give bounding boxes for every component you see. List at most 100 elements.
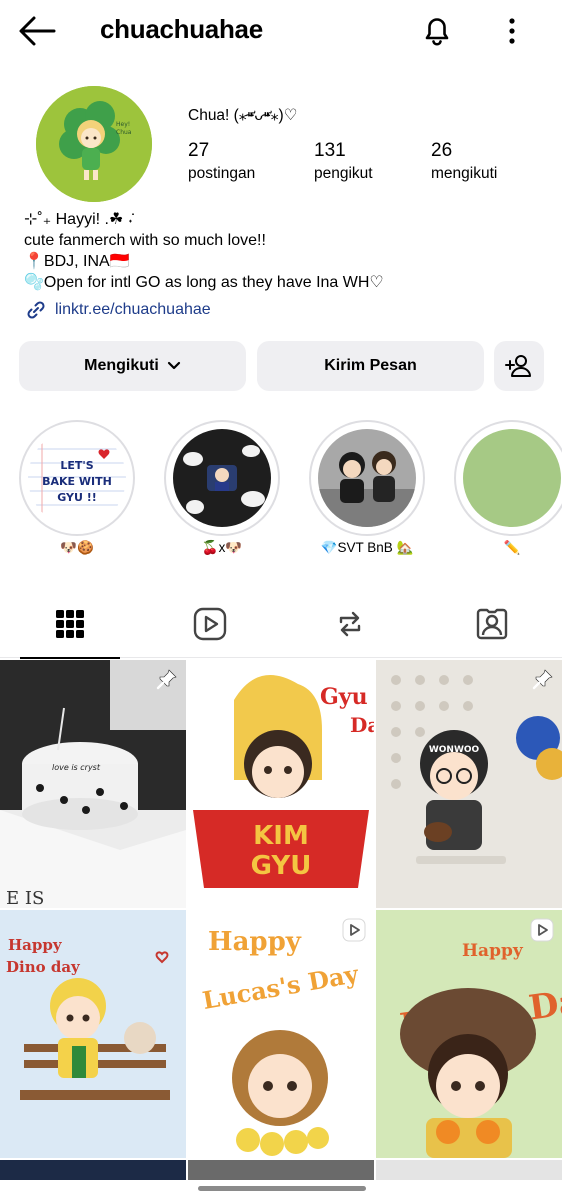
link-icon xyxy=(27,301,45,319)
highlight-ring xyxy=(309,420,425,536)
svg-text:love is cryst: love is cryst xyxy=(52,763,101,772)
bio-line: 🫧Open for intl GO as long as they have I… xyxy=(24,274,384,291)
grid-icon xyxy=(56,610,84,638)
followers-label: pengikut xyxy=(314,165,373,182)
highlight-label: 🐶🍪 xyxy=(60,540,94,555)
following-dropdown-button[interactable]: Mengikuti xyxy=(19,341,246,391)
post-thumbnail-partial[interactable] xyxy=(376,1160,562,1180)
posts-count: 27 xyxy=(188,140,210,161)
post-thumbnail[interactable]: Happy DOO's Day xyxy=(376,910,562,1158)
pinned-badge xyxy=(532,668,554,695)
tab-posts-grid[interactable] xyxy=(0,590,140,659)
notebook-image: LET'S BAKE WITH GYU !! xyxy=(28,429,126,527)
post-image: WONWOO xyxy=(376,660,562,908)
highlight-ring: LET'S BAKE WITH GYU !! xyxy=(19,420,135,536)
video-badge xyxy=(342,918,366,947)
posts-label: postingan xyxy=(188,165,256,182)
reels-icon xyxy=(193,607,227,641)
post-thumbnail-partial[interactable] xyxy=(0,1160,186,1180)
highlight-ring xyxy=(164,420,280,536)
svg-text:Hey!: Hey! xyxy=(116,121,130,128)
following-label: mengikuti xyxy=(431,165,498,182)
post-image: Happy DOO's Day xyxy=(376,910,562,1158)
suggest-users-button[interactable] xyxy=(494,341,544,391)
profile-display-name: Chua! (⁎⁍̴̛ᴗ⁍̴̛⁎)♡ xyxy=(188,107,298,124)
tab-tagged[interactable] xyxy=(422,590,562,658)
tagged-person-icon xyxy=(476,608,508,640)
highlight-cover xyxy=(173,429,271,527)
following-button-label: Mengikuti xyxy=(84,357,159,374)
pin-icon xyxy=(156,669,177,690)
stat-posts[interactable]: 27 postingan xyxy=(188,140,255,183)
highlight-item[interactable]: 🍒x🐶 xyxy=(164,420,280,556)
top-bar: chuachuahae xyxy=(0,0,562,62)
highlight-cover: LET'S BAKE WITH GYU !! xyxy=(28,429,126,527)
clover-character-image: Hey! Chua xyxy=(36,86,152,202)
svg-text:WONWOO: WONWOO xyxy=(429,745,480,755)
stat-following[interactable]: 26 mengikuti xyxy=(431,140,497,183)
svg-text:Happy: Happy xyxy=(8,936,63,954)
post-thumbnail[interactable]: Happy Lucas's Day xyxy=(188,910,374,1158)
svg-text:Happy: Happy xyxy=(462,941,524,961)
svg-text:BAKE WITH: BAKE WITH xyxy=(42,475,112,488)
send-message-button[interactable]: Kirim Pesan xyxy=(257,341,484,391)
highlight-label: 💎SVT BnB 🏡 xyxy=(320,540,414,555)
svg-text:KIM: KIM xyxy=(253,821,309,851)
tab-reels[interactable] xyxy=(140,590,280,658)
post-image: KIM GYU Gyu Da xyxy=(188,660,374,908)
stat-followers[interactable]: 131 pengikut xyxy=(314,140,373,183)
video-badge xyxy=(530,918,554,947)
svg-text:GYU: GYU xyxy=(251,851,312,881)
svg-text:LET'S: LET'S xyxy=(60,459,93,472)
highlight-item[interactable]: LET'S BAKE WITH GYU !! 🐶🍪 xyxy=(19,420,135,556)
highlight-cover xyxy=(463,429,561,527)
chevron-down-icon xyxy=(167,361,180,370)
highlight-item[interactable]: 💎SVT BnB 🏡 xyxy=(309,420,425,556)
more-vertical-icon xyxy=(509,18,515,44)
highlight-cover xyxy=(318,429,416,527)
post-thumbnail[interactable]: love is cryst E IS xyxy=(0,660,186,908)
link-text: linktr.ee/chuachuahae xyxy=(55,301,211,318)
post-image: love is cryst E IS xyxy=(0,660,186,908)
profile-link[interactable]: linktr.ee/chuachuahae xyxy=(25,299,211,321)
highlight-ring xyxy=(454,420,562,536)
bio-line: cute fanmerch with so much love!! xyxy=(24,232,266,249)
following-count: 26 xyxy=(431,140,453,161)
svg-text:GYU !!: GYU !! xyxy=(57,491,97,504)
svg-text:Happy: Happy xyxy=(208,927,302,957)
photo-image xyxy=(318,429,416,527)
back-button[interactable] xyxy=(18,14,58,48)
pinned-badge xyxy=(156,668,178,695)
svg-text:Gyu: Gyu xyxy=(320,684,368,710)
notifications-button[interactable] xyxy=(418,11,456,49)
post-thumbnail[interactable]: Happy Dino day xyxy=(0,910,186,1158)
highlight-label: ✏️ xyxy=(503,540,521,555)
arrow-left-icon xyxy=(19,16,56,46)
highlight-label: 🍒x🐶 xyxy=(201,540,243,555)
pin-icon xyxy=(532,669,553,690)
profile-bio: ⊹˚₊ Hayyi! .☘︎ ݁˖ cute fanmerch with so … xyxy=(24,209,544,293)
more-options-button[interactable] xyxy=(500,13,524,49)
tab-reposts[interactable] xyxy=(280,590,420,658)
home-indicator[interactable] xyxy=(198,1186,366,1191)
followers-count: 131 xyxy=(314,140,346,161)
posts-grid: love is cryst E IS KIM GYU Gyu Da WONWOO… xyxy=(0,660,562,1200)
send-message-label: Kirim Pesan xyxy=(324,357,417,374)
photo-image xyxy=(173,429,271,527)
reel-icon xyxy=(530,918,554,942)
svg-text:Dino day: Dino day xyxy=(6,958,81,976)
profile-username: chuachuahae xyxy=(100,14,263,44)
bell-icon xyxy=(425,18,449,46)
svg-text:Chua: Chua xyxy=(116,129,132,136)
profile-tabs xyxy=(0,590,562,659)
highlight-item[interactable]: ✏️ xyxy=(454,420,562,556)
repost-icon xyxy=(339,611,361,637)
post-thumbnail-partial[interactable] xyxy=(188,1160,374,1180)
add-user-icon xyxy=(505,355,531,377)
svg-text:E IS: E IS xyxy=(6,888,44,908)
bio-line: ⊹˚₊ Hayyi! .☘︎ ݁˖ xyxy=(24,211,134,228)
post-thumbnail[interactable]: KIM GYU Gyu Da xyxy=(188,660,374,908)
profile-avatar[interactable]: Hey! Chua xyxy=(36,86,152,202)
post-thumbnail[interactable]: WONWOO xyxy=(376,660,562,908)
post-image: Happy Lucas's Day xyxy=(188,910,374,1158)
